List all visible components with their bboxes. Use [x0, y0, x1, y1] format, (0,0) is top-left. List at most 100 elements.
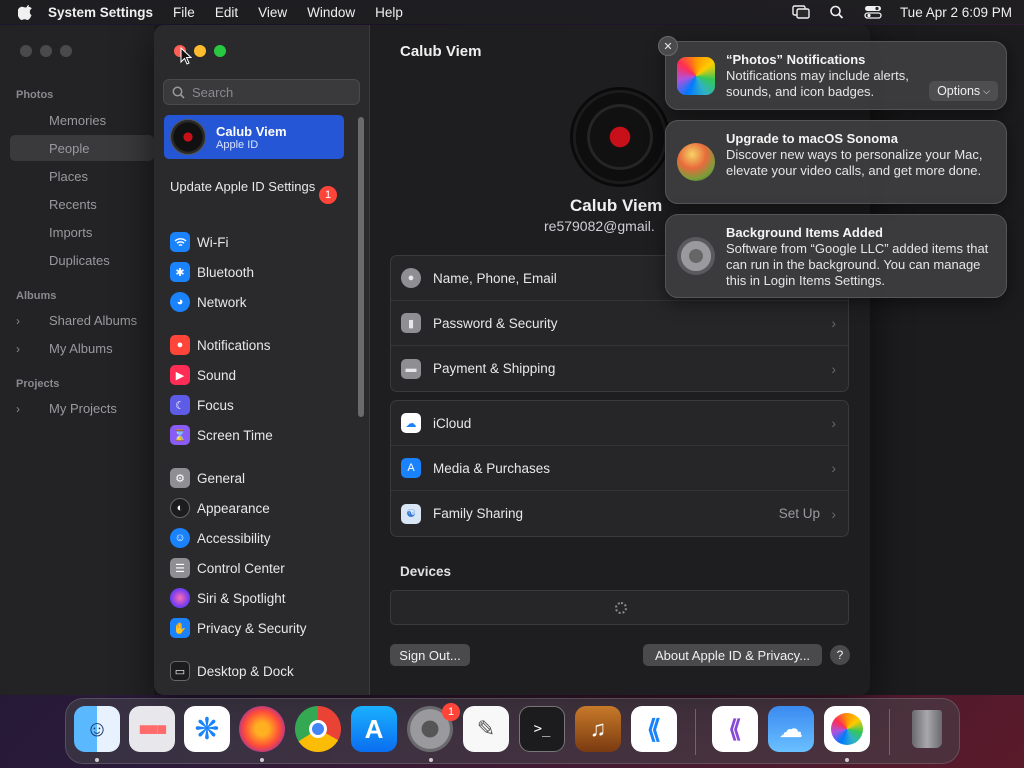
row-media-purchases[interactable]: A Media & Purchases › — [391, 446, 848, 491]
credit-card-icon: ▬ — [401, 358, 421, 379]
finder-icon[interactable]: ☺ — [74, 706, 120, 752]
mouse-cursor-icon — [180, 47, 192, 65]
hand-icon: ✋ — [170, 618, 190, 638]
sidebar-item-privacy-security[interactable]: ✋ Privacy & Security — [170, 617, 307, 639]
app-store-icon[interactable]: A — [351, 706, 397, 752]
chevron-right-icon[interactable]: › — [16, 314, 20, 328]
apple-menu-icon[interactable] — [18, 4, 34, 20]
services-group: ☁ iCloud › A Media & Purchases › ☯ Famil… — [390, 400, 849, 537]
trash-icon[interactable] — [904, 706, 950, 752]
globe-icon: ◕ — [170, 292, 190, 312]
menu-clock[interactable]: Tue Apr 2 6:09 PM — [900, 5, 1012, 20]
apple-id-name: Calub Viem — [216, 123, 287, 139]
sign-out-button[interactable]: Sign Out... — [390, 644, 470, 666]
garageband-icon[interactable]: ♫ — [575, 706, 621, 752]
sidebar-item-wifi[interactable]: Wi-Fi — [170, 231, 228, 253]
sidebar-item-general[interactable]: ⚙ General — [170, 467, 245, 489]
photos-close-button[interactable] — [20, 45, 32, 57]
menu-window[interactable]: Window — [307, 5, 355, 20]
profile-email: re579082@gmail. — [544, 218, 655, 234]
sidebar-item-desktop-dock[interactable]: ▭ Desktop & Dock — [170, 660, 294, 682]
sidebar-item-bluetooth[interactable]: ✱ Bluetooth — [170, 261, 254, 283]
clear-notifications-button[interactable]: ✕ — [658, 36, 678, 56]
sidebar-item-label: General — [197, 470, 246, 486]
menu-bar: System Settings File Edit View Window He… — [0, 0, 1024, 24]
devices-heading: Devices — [400, 564, 452, 579]
textedit-icon[interactable]: ✎ — [463, 706, 509, 752]
notification-background-items[interactable]: Background Items Added Software from “Go… — [665, 214, 1007, 298]
row-icloud[interactable]: ☁ iCloud › — [391, 401, 848, 446]
dock-separator — [695, 709, 696, 755]
row-label: Media & Purchases — [433, 460, 551, 476]
chrome-icon[interactable] — [295, 706, 341, 752]
avatar — [170, 119, 206, 155]
notification-macos-upgrade[interactable]: Upgrade to macOS Sonoma Discover new way… — [665, 120, 1007, 204]
sidebar-item-update-apple-id[interactable]: Update Apple ID Settings — [170, 179, 340, 195]
photos-item-recents[interactable]: Recents — [49, 197, 97, 212]
notification-photos[interactable]: “Photos” Notifications Notifications may… — [665, 41, 1007, 110]
sidebar-item-accessibility[interactable]: ☺ Accessibility — [170, 527, 271, 549]
projects-section-header: Projects — [16, 378, 60, 390]
weather-icon[interactable]: ☁ — [768, 706, 814, 752]
launchpad-icon[interactable]: ■■■ — [129, 706, 175, 752]
help-button[interactable]: ? — [830, 645, 850, 665]
menu-view[interactable]: View — [258, 5, 287, 20]
photos-item-my-projects[interactable]: My Projects — [49, 401, 117, 416]
sidebar-item-screen-time[interactable]: ⌛ Screen Time — [170, 424, 273, 446]
photos-item-shared-albums[interactable]: Shared Albums — [49, 313, 137, 328]
zoom-button[interactable] — [214, 45, 226, 57]
sidebar-item-siri-spotlight[interactable]: Siri & Spotlight — [170, 587, 286, 609]
photos-item-memories[interactable]: Memories — [49, 113, 106, 128]
control-center-icon[interactable] — [864, 5, 882, 19]
minimize-button[interactable] — [194, 45, 206, 57]
dock-separator — [889, 709, 890, 755]
sidebar-item-label: Privacy & Security — [197, 620, 307, 636]
menu-help[interactable]: Help — [375, 5, 403, 20]
photos-item-duplicates[interactable]: Duplicates — [49, 253, 110, 268]
photos-item-my-albums[interactable]: My Albums — [49, 341, 113, 356]
sidebar-item-label: Siri & Spotlight — [197, 590, 286, 606]
sidebar-item-control-center[interactable]: ☰ Control Center — [170, 557, 285, 579]
sidebar-item-sound[interactable]: ▶ Sound — [170, 364, 236, 386]
sidebar-item-focus[interactable]: ☾ Focus — [170, 394, 234, 416]
vscode-icon[interactable]: ⟪ — [631, 706, 677, 752]
menu-app-name[interactable]: System Settings — [48, 5, 153, 20]
row-password-security[interactable]: ▮ Password & Security › — [391, 301, 848, 346]
chevron-right-icon[interactable]: › — [16, 342, 20, 356]
sidebar-item-label: Focus — [197, 397, 234, 413]
photos-zoom-button[interactable] — [60, 45, 72, 57]
firefox-icon[interactable] — [239, 706, 285, 752]
photos-item-imports[interactable]: Imports — [49, 225, 92, 240]
sidebar-item-appearance[interactable]: ◐ Appearance — [170, 497, 270, 519]
sidebar-item-label: Desktop & Dock — [197, 663, 294, 679]
appearance-icon: ◐ — [170, 498, 190, 518]
menu-file[interactable]: File — [173, 5, 195, 20]
notification-title: “Photos” Notifications — [726, 52, 866, 67]
options-dropdown[interactable]: Options ⌵ — [929, 81, 998, 101]
photos-minimize-button[interactable] — [40, 45, 52, 57]
macos-sonoma-icon — [677, 143, 715, 181]
about-apple-id-button[interactable]: About Apple ID & Privacy... — [643, 644, 822, 666]
photos-item-places[interactable]: Places — [49, 169, 88, 184]
sidebar-item-notifications[interactable]: ● Notifications — [170, 334, 271, 356]
notification-title: Background Items Added — [726, 225, 883, 240]
chevron-right-icon[interactable]: › — [16, 402, 20, 416]
menu-edit[interactable]: Edit — [215, 5, 238, 20]
row-family-sharing[interactable]: ☯ Family Sharing Set Up › — [391, 491, 848, 536]
photos-icon[interactable] — [824, 706, 870, 752]
profile-avatar[interactable] — [570, 87, 670, 187]
sidebar-item-apple-id[interactable]: Calub Viem Apple ID — [164, 115, 344, 159]
spotlight-search-icon[interactable] — [828, 5, 846, 19]
visual-studio-icon[interactable]: ⟪ — [712, 706, 758, 752]
screen-mirroring-icon[interactable] — [792, 5, 810, 19]
sidebar-item-label: Accessibility — [197, 530, 271, 546]
terminal-icon[interactable]: >_ — [519, 706, 565, 752]
chevron-right-icon: › — [831, 360, 836, 377]
search-field[interactable]: Search — [163, 79, 360, 105]
notification-body: Discover new ways to personalize your Ma… — [726, 147, 983, 178]
sidebar-scrollbar[interactable] — [358, 117, 364, 417]
safari-icon[interactable]: ❋ — [184, 706, 230, 752]
row-payment-shipping[interactable]: ▬ Payment & Shipping › — [391, 346, 848, 391]
photos-item-people[interactable]: People — [49, 141, 89, 156]
sidebar-item-network[interactable]: ◕ Network — [170, 291, 247, 313]
